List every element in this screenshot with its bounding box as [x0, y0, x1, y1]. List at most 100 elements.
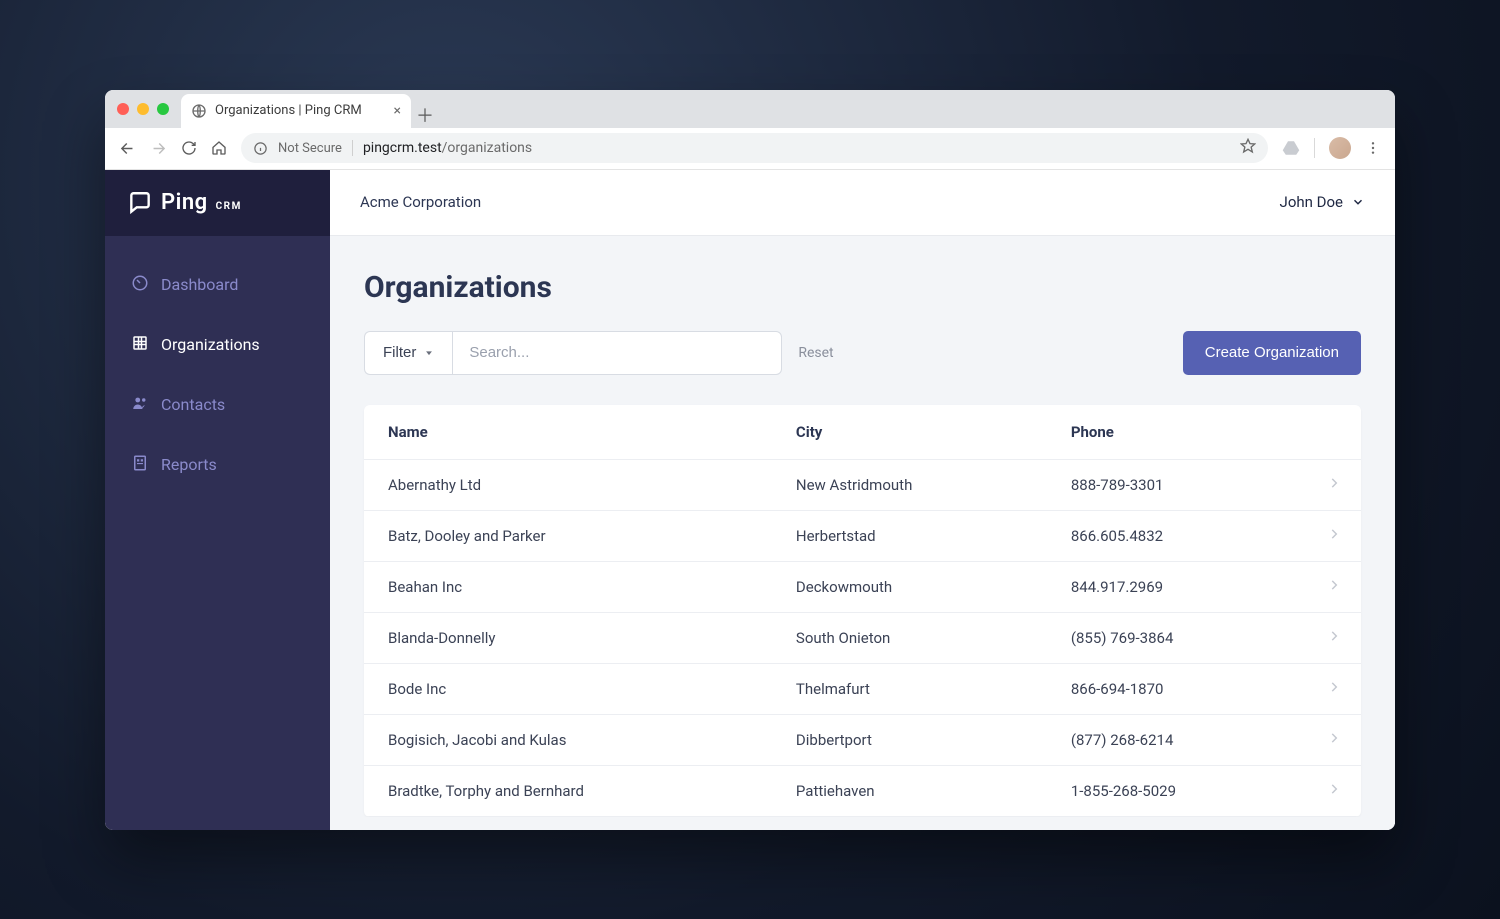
info-icon — [253, 141, 268, 156]
cell-phone: 844.917.2969 — [1047, 561, 1303, 612]
organizations-icon — [131, 334, 149, 356]
app-root: Ping CRM Dashboard Organizations Contacts Re… — [105, 170, 1395, 830]
cell-phone: 888-789-3301 — [1047, 459, 1303, 510]
cell-city: Dibbertport — [772, 714, 1047, 765]
column-header-actions — [1303, 405, 1361, 460]
main-area: Acme Corporation John Doe Organizations … — [330, 170, 1395, 830]
new-tab-button[interactable]: ＋ — [411, 102, 439, 128]
organizations-table: NameCityPhone Abernathy LtdNew Astridmou… — [364, 405, 1361, 817]
chat-bubble-icon — [127, 190, 153, 216]
home-button[interactable] — [211, 140, 227, 157]
table-row[interactable]: Beahan IncDeckowmouth844.917.2969 — [364, 561, 1361, 612]
cell-city: Herbertstad — [772, 510, 1047, 561]
cell-name: Abernathy Ltd — [364, 459, 772, 510]
column-header-phone[interactable]: Phone — [1047, 405, 1303, 460]
cell-phone: 1-855-268-5029 — [1047, 765, 1303, 816]
dashboard-icon — [131, 274, 149, 296]
browser-toolbar: Not Secure pingcrm.test/organizations — [105, 128, 1395, 170]
page-content: Organizations Filter Reset Create Organi… — [330, 236, 1395, 817]
table-row[interactable]: Bogisich, Jacobi and KulasDibbertport(87… — [364, 714, 1361, 765]
omnibox-divider — [352, 140, 353, 156]
maximize-window-button[interactable] — [157, 103, 169, 115]
chevron-right-icon — [1303, 765, 1361, 816]
chevron-right-icon — [1303, 510, 1361, 561]
reload-button[interactable] — [181, 140, 197, 157]
drive-extension-icon[interactable] — [1282, 139, 1300, 157]
cell-city: Thelmafurt — [772, 663, 1047, 714]
sidebar-item-contacts[interactable]: Contacts — [105, 384, 330, 426]
toolbar-separator — [1314, 138, 1315, 158]
cell-name: Bradtke, Torphy and Bernhard — [364, 765, 772, 816]
chevron-right-icon — [1303, 663, 1361, 714]
sidebar-item-label: Organizations — [161, 335, 260, 354]
chevron-right-icon — [1303, 714, 1361, 765]
sidebar-item-dashboard[interactable]: Dashboard — [105, 264, 330, 306]
table-row[interactable]: Bradtke, Torphy and BernhardPattiehaven1… — [364, 765, 1361, 816]
app-topbar: Acme Corporation John Doe — [330, 170, 1395, 236]
filter-button[interactable]: Filter — [364, 331, 452, 375]
table-row[interactable]: Blanda-DonnellySouth Onieton(855) 769-38… — [364, 612, 1361, 663]
reports-icon — [131, 454, 149, 476]
filters-row: Filter Reset Create Organization — [364, 331, 1361, 375]
user-menu[interactable]: John Doe — [1280, 193, 1365, 211]
forward-button[interactable] — [150, 140, 167, 157]
cell-name: Beahan Inc — [364, 561, 772, 612]
filter-label: Filter — [383, 344, 416, 361]
table-row[interactable]: Abernathy LtdNew Astridmouth888-789-3301 — [364, 459, 1361, 510]
browser-tab-strip: Organizations | Ping CRM × ＋ — [105, 90, 1395, 128]
tab-title: Organizations | Ping CRM — [215, 103, 362, 118]
cell-city: New Astridmouth — [772, 459, 1047, 510]
logo-suffix: CRM — [216, 201, 242, 212]
sidebar: Ping CRM Dashboard Organizations Contacts Re… — [105, 170, 330, 830]
browser-window: Organizations | Ping CRM × ＋ Not Secure … — [105, 90, 1395, 830]
cell-name: Blanda-Donnelly — [364, 612, 772, 663]
table-row[interactable]: Bode IncThelmafurt866-694-1870 — [364, 663, 1361, 714]
cell-city: South Onieton — [772, 612, 1047, 663]
chevron-right-icon — [1303, 459, 1361, 510]
security-status: Not Secure — [278, 141, 342, 156]
cell-phone: 866-694-1870 — [1047, 663, 1303, 714]
chevron-right-icon — [1303, 612, 1361, 663]
sidebar-item-label: Reports — [161, 455, 217, 474]
profile-avatar[interactable] — [1329, 137, 1351, 159]
contacts-icon — [131, 394, 149, 416]
chevron-down-icon — [1351, 195, 1365, 209]
sidebar-item-label: Contacts — [161, 395, 225, 414]
cell-phone: 866.605.4832 — [1047, 510, 1303, 561]
cell-phone: (855) 769-3864 — [1047, 612, 1303, 663]
app-logo[interactable]: Ping CRM — [105, 170, 330, 236]
browser-tab[interactable]: Organizations | Ping CRM × — [181, 94, 411, 128]
address-bar[interactable]: Not Secure pingcrm.test/organizations — [241, 133, 1268, 163]
cell-name: Bogisich, Jacobi and Kulas — [364, 714, 772, 765]
table-row[interactable]: Batz, Dooley and ParkerHerbertstad866.60… — [364, 510, 1361, 561]
chevron-right-icon — [1303, 561, 1361, 612]
url-text: pingcrm.test/organizations — [363, 140, 532, 156]
sidebar-item-label: Dashboard — [161, 275, 238, 294]
cell-city: Deckowmouth — [772, 561, 1047, 612]
cell-name: Batz, Dooley and Parker — [364, 510, 772, 561]
create-organization-button[interactable]: Create Organization — [1183, 331, 1361, 375]
browser-menu-icon[interactable] — [1365, 140, 1381, 156]
column-header-name[interactable]: Name — [364, 405, 772, 460]
reset-link[interactable]: Reset — [798, 345, 833, 361]
window-controls — [117, 90, 169, 128]
sidebar-item-reports[interactable]: Reports — [105, 444, 330, 486]
bookmark-icon[interactable] — [1240, 138, 1256, 158]
cell-phone: (877) 268-6214 — [1047, 714, 1303, 765]
close-tab-icon[interactable]: × — [394, 104, 401, 118]
user-name: John Doe — [1280, 193, 1343, 211]
back-button[interactable] — [119, 140, 136, 157]
minimize-window-button[interactable] — [137, 103, 149, 115]
page-title: Organizations — [364, 270, 1361, 305]
search-input[interactable] — [452, 331, 782, 375]
cell-city: Pattiehaven — [772, 765, 1047, 816]
column-header-city[interactable]: City — [772, 405, 1047, 460]
current-account-name[interactable]: Acme Corporation — [360, 193, 481, 211]
globe-icon — [191, 103, 207, 119]
cell-name: Bode Inc — [364, 663, 772, 714]
sidebar-nav: Dashboard Organizations Contacts Reports — [105, 236, 330, 514]
caret-down-icon — [424, 348, 434, 358]
logo-brand: Ping — [161, 190, 208, 215]
close-window-button[interactable] — [117, 103, 129, 115]
sidebar-item-organizations[interactable]: Organizations — [105, 324, 330, 366]
